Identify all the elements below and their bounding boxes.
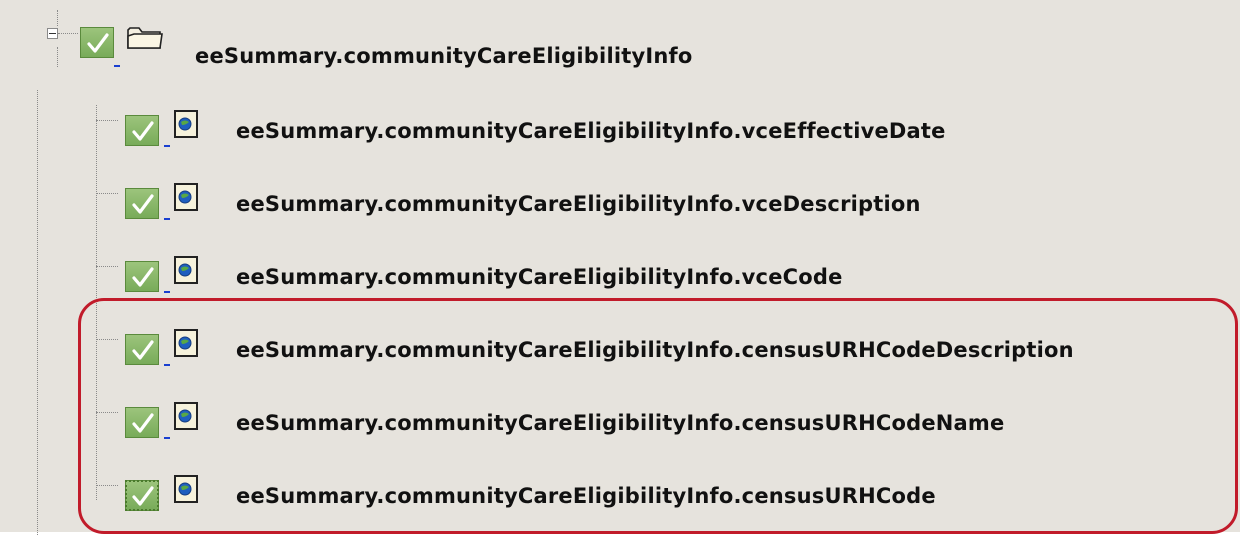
tree-line-trunk [37,90,38,535]
document-icon [174,256,198,284]
folder-icon [127,27,163,49]
tree-node-child[interactable]: eeSummary.communityCareEligibilityInfo.v… [0,251,1240,301]
tree-node-child[interactable]: eeSummary.communityCareEligibilityInfo.v… [0,178,1240,228]
checkbox-focus-mark [164,145,170,147]
item-checkbox[interactable] [125,188,159,219]
tree-node-root[interactable]: eeSummary.communityCareEligibilityInfo [0,22,1240,72]
checkbox-focus-mark [164,218,170,220]
tree-panel: eeSummary.communityCareEligibilityInfo e… [0,0,1240,535]
document-icon [174,110,198,138]
checkbox-focus-mark [164,291,170,293]
root-checkbox[interactable] [80,27,114,58]
tree-node-label: eeSummary.communityCareEligibilityInfo.v… [236,119,946,143]
tree-node-child[interactable]: eeSummary.communityCareEligibilityInfo.v… [0,105,1240,155]
tree-node-label: eeSummary.communityCareEligibilityInfo [195,44,693,68]
document-icon [174,183,198,211]
checkbox-focus-mark [114,65,120,67]
tree-node-label: eeSummary.communityCareEligibilityInfo.v… [236,265,843,289]
item-checkbox[interactable] [125,261,159,292]
highlight-annotation [78,298,1238,534]
tree-branch-root [58,33,78,34]
tree-node-label: eeSummary.communityCareEligibilityInfo.v… [236,192,921,216]
item-checkbox[interactable] [125,115,159,146]
collapse-toggle-icon[interactable] [47,28,58,39]
